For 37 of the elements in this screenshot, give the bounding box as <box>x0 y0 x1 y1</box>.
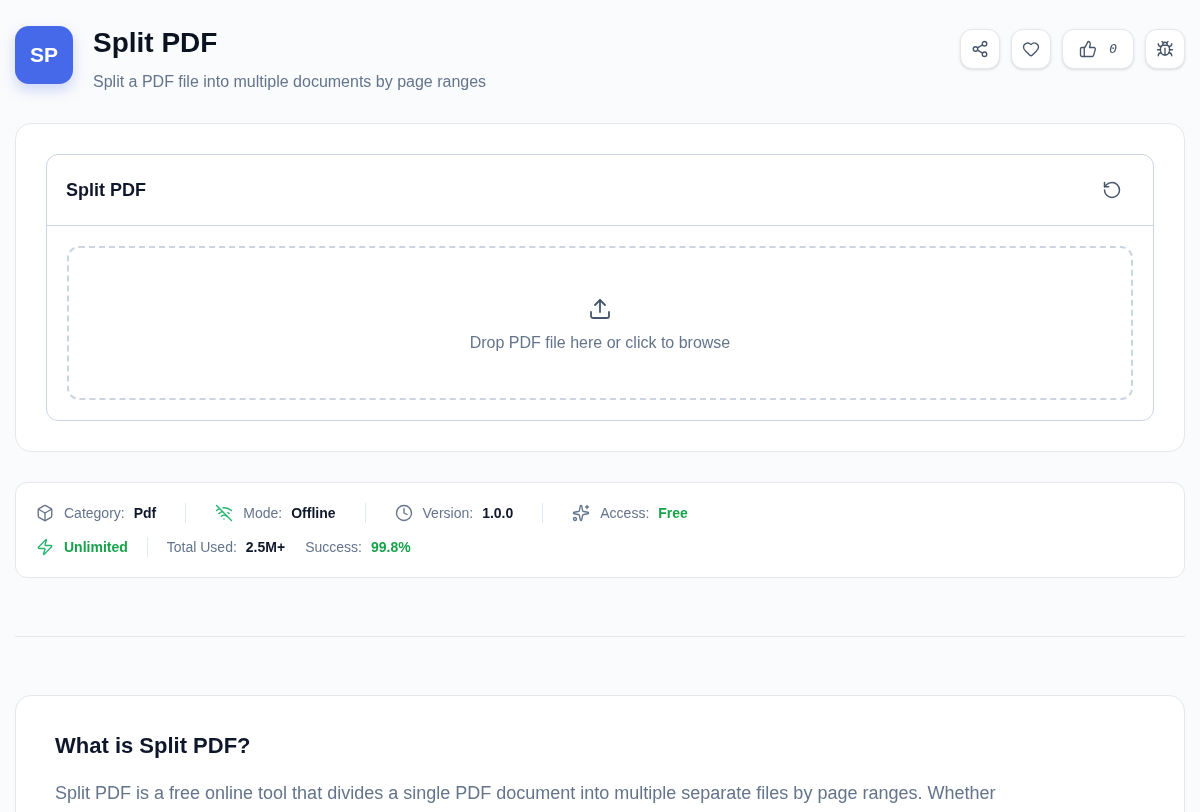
thumbs-up-icon <box>1079 40 1098 58</box>
heart-icon <box>1022 40 1041 58</box>
share-button[interactable] <box>960 29 1001 69</box>
tool-title: Split PDF <box>66 178 146 202</box>
reset-button[interactable] <box>1101 179 1123 201</box>
drop-zone-text: Drop PDF file here or click to browse <box>469 333 731 353</box>
upload-icon <box>588 297 612 321</box>
about-heading: What is Split PDF? <box>55 732 251 760</box>
share-icon <box>971 40 990 58</box>
about-paragraph: Split PDF is a free online tool that divides a single PDF document into multiple separate files by page ranges. Whether <box>55 782 996 804</box>
like-button[interactable]: 0 <box>1062 29 1134 69</box>
report-bug-button[interactable] <box>1145 29 1185 69</box>
cube-icon <box>36 504 54 522</box>
info-label: Success: <box>305 538 362 557</box>
info-label: Category: <box>64 504 125 523</box>
info-value: 99.8% <box>370 538 411 557</box>
info-label: Total Used: <box>166 538 237 557</box>
favorite-button[interactable] <box>1011 29 1052 69</box>
clock-icon <box>394 504 413 522</box>
info-value: 1.0.0 <box>482 504 514 523</box>
info-value: Free <box>658 504 688 523</box>
info-label: Version: <box>422 504 474 523</box>
sparkles-icon <box>572 504 591 522</box>
info-value: Offline <box>291 504 336 523</box>
info-label: Mode: <box>243 504 283 523</box>
info-status: Unlimited <box>64 538 128 557</box>
app-logo: SP <box>15 26 73 84</box>
bug-icon <box>1156 40 1174 58</box>
file-drop-zone[interactable]: Drop PDF file here or click to browse <box>67 246 1133 400</box>
page-subtitle: Split a PDF file into multiple documents by page ranges <box>93 72 487 92</box>
info-label: Access: <box>600 504 650 523</box>
info-value: Pdf <box>133 504 157 523</box>
lightning-icon <box>36 538 54 556</box>
reset-icon <box>1102 180 1122 200</box>
page-title: Split PDF <box>93 26 218 60</box>
info-value: 2.5M+ <box>245 538 286 557</box>
wifi-off-icon <box>215 504 234 522</box>
